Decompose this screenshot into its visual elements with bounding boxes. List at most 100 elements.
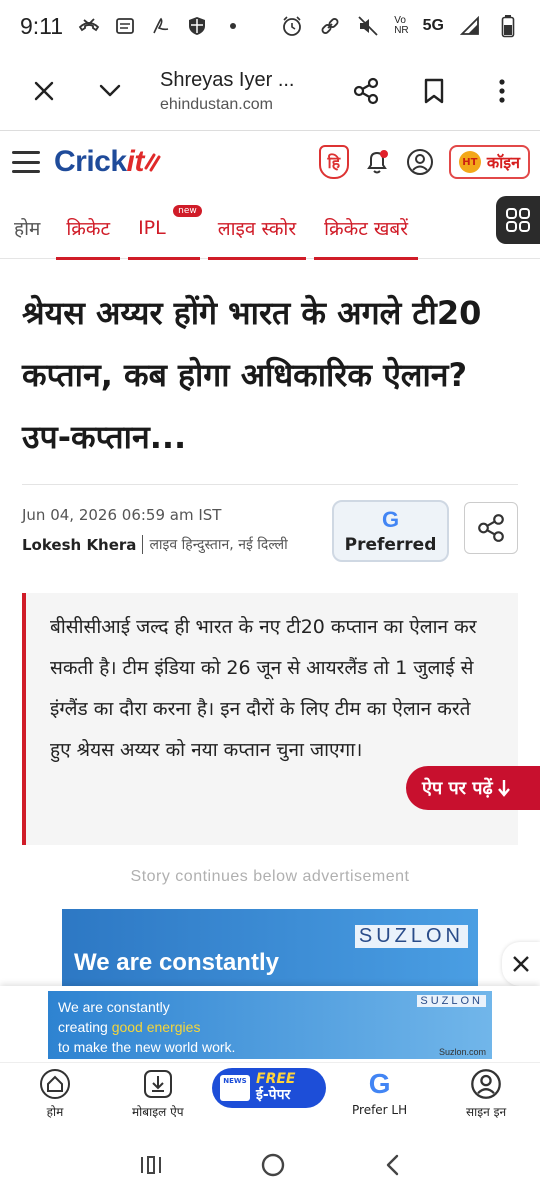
home-circle-icon: [261, 1153, 285, 1177]
header-actions: हि HT कॉइन: [318, 145, 530, 179]
tab-ipl-label: IPL: [138, 216, 166, 239]
site-header: Crick it हि HT कॉइन: [0, 131, 540, 193]
read-in-app-label: ऐप पर पढ़ें: [422, 778, 493, 799]
article-headline: श्रेयस अय्यर होंगे भारत के अगले टी20 कप्…: [22, 294, 482, 456]
bell-icon: [366, 150, 388, 174]
missed-call-icon: [77, 14, 101, 38]
ad-line-2: creating good energies: [58, 1017, 235, 1037]
home-system-button[interactable]: [260, 1152, 286, 1182]
article-date: Jun 04, 2026 06:59 am IST: [22, 506, 222, 524]
share-icon: [478, 514, 504, 542]
notification-button[interactable]: [363, 147, 391, 177]
author-location: लाइव हिन्दुस्तान, नई दिल्ली: [142, 535, 288, 554]
page-domain: ehindustan.com: [160, 95, 273, 113]
tab-ipl[interactable]: IPL new: [128, 197, 202, 260]
read-in-app-button[interactable]: ऐप पर पढ़ें: [406, 766, 540, 810]
more-options-button[interactable]: [478, 67, 526, 115]
new-badge: new: [173, 204, 202, 217]
system-nav-bar: [0, 1134, 540, 1200]
ad-line-2a: creating: [58, 1019, 112, 1035]
pdf-icon: [149, 14, 173, 38]
alarm-icon: [280, 14, 304, 38]
recent-apps-button[interactable]: [139, 1154, 163, 1180]
meta-divider: [22, 484, 518, 485]
status-bar: 9:11 Vo NR 5G: [0, 0, 540, 52]
account-button[interactable]: [405, 147, 435, 177]
close-tab-button[interactable]: [20, 67, 68, 115]
chevron-down-icon: [99, 84, 121, 97]
volte-indicator: Vo NR: [394, 15, 409, 36]
signal-icon: [458, 14, 482, 38]
bottom-nav-prefer-label: Prefer LH: [352, 1103, 408, 1117]
back-button[interactable]: [383, 1153, 401, 1181]
tab-cricket[interactable]: क्रिकेट: [56, 197, 120, 260]
minimize-tab-button[interactable]: [86, 67, 134, 115]
tab-live-score[interactable]: लाइव स्कोर: [207, 197, 307, 260]
site-logo[interactable]: Crick it: [54, 145, 162, 179]
newspaper-icon: NEWS: [220, 1075, 250, 1101]
menu-icon[interactable]: [12, 151, 40, 173]
link-icon: [318, 14, 342, 38]
epaper-free-label: FREE: [256, 1071, 296, 1087]
share-icon: [353, 77, 379, 105]
bottom-nav-mobile-app[interactable]: मोबाइल ऐप: [132, 1065, 184, 1120]
message-icon: [113, 14, 137, 38]
close-ad-button[interactable]: [502, 942, 540, 986]
ad-bottom-url: Suzlon.com: [438, 1047, 486, 1057]
tab-live-score-label: लाइव स्कोर: [217, 217, 297, 240]
tab-cricket-news[interactable]: क्रिकेट खबरें: [314, 197, 418, 260]
ad-line-1: We are constantly: [58, 999, 170, 1015]
ad-banner-bottom[interactable]: We are constantly creating good energies…: [48, 991, 492, 1059]
home-icon: [38, 1065, 72, 1103]
ad-text: We are constantly: [74, 949, 279, 976]
bottom-nav-signin[interactable]: साइन इन: [466, 1065, 506, 1120]
epaper-text: FREE ई-पेपर: [256, 1072, 295, 1104]
page-title: Shreyas Iyer ...: [160, 68, 295, 91]
tab-cricket-label: क्रिकेट: [66, 217, 111, 240]
ad-banner-top[interactable]: SUZLON We are constantly: [62, 909, 478, 989]
bookmark-icon: [424, 78, 444, 104]
bottom-nav-prefer[interactable]: G Prefer LH: [352, 1065, 407, 1117]
more-vertical-icon: [499, 79, 505, 103]
preferred-label: Preferred: [344, 535, 437, 555]
shield-icon: [185, 14, 209, 38]
grid-icon: [506, 208, 530, 232]
more-categories-button[interactable]: [496, 196, 540, 244]
bottom-nav-mobile-app-label: मोबाइल ऐप: [132, 1105, 184, 1119]
coin-label: कॉइन: [486, 153, 520, 172]
user-icon: [470, 1065, 502, 1103]
ad-bottom-brand: SUZLON: [417, 995, 486, 1007]
tab-title-block[interactable]: Shreyas Iyer ... ehindustan.com: [160, 69, 320, 114]
hindustan-logo-icon[interactable]: हि: [318, 145, 349, 179]
bookmark-button[interactable]: [410, 67, 458, 115]
status-icons-right: Vo NR 5G: [280, 14, 520, 38]
epaper-label: ई-पेपर: [256, 1087, 291, 1103]
ad-bottom-text: We are constantly creating good energies…: [58, 997, 235, 1057]
coin-icon: HT: [458, 151, 481, 173]
bottom-nav-home[interactable]: होम: [38, 1065, 72, 1120]
arrow-down-icon: [497, 780, 510, 797]
recent-apps-icon: [140, 1156, 161, 1174]
tab-home-label: होम: [14, 217, 41, 240]
close-icon: [34, 81, 54, 101]
logo-text: Crick: [54, 145, 127, 178]
close-icon: [513, 956, 529, 972]
epaper-button[interactable]: NEWS FREE ई-पेपर: [212, 1068, 326, 1108]
category-nav: होम क्रिकेट IPL new लाइव स्कोर क्रिकेट ख…: [0, 197, 540, 260]
network-indicator: 5G: [422, 17, 444, 34]
mute-icon: [356, 14, 380, 38]
coin-button[interactable]: HT कॉइन: [448, 145, 530, 179]
logo-suffix: it: [126, 145, 145, 178]
ad-brand: SUZLON: [354, 925, 468, 948]
google-preferred-button[interactable]: G Preferred: [332, 500, 449, 562]
ad-line-2b: good energies: [111, 1019, 201, 1035]
article-share-button[interactable]: [464, 502, 518, 554]
ad-notice: Story continues below advertisement: [130, 868, 410, 885]
author-name[interactable]: Lokesh Khera: [22, 536, 136, 554]
tab-cricket-news-label: क्रिकेट खबरें: [324, 217, 409, 240]
battery-icon: [496, 14, 520, 38]
user-icon: [406, 149, 433, 175]
tab-home[interactable]: होम: [0, 197, 50, 259]
download-icon: [142, 1065, 174, 1103]
share-button[interactable]: [342, 67, 390, 115]
